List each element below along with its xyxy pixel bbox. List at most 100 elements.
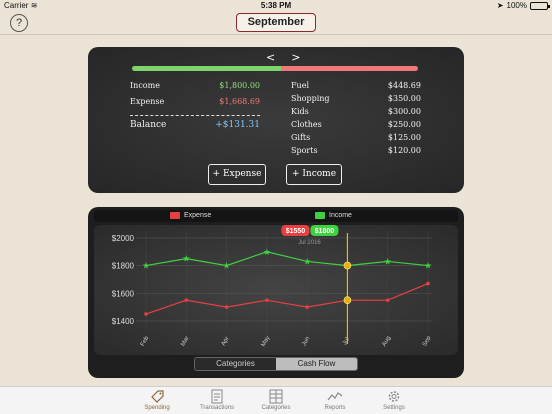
category-value: $448.69 xyxy=(387,81,421,90)
category-row[interactable]: Kids $300.00 xyxy=(291,107,421,116)
y-tick-label: $1800 xyxy=(112,262,135,271)
income-point: ★ xyxy=(384,256,392,266)
expense-row: Expense $1,668.69 xyxy=(130,97,260,106)
tab-label: Settings xyxy=(383,405,405,411)
category-label: Kids xyxy=(291,107,309,116)
category-value: $350.00 xyxy=(387,94,421,103)
tab-spending[interactable]: Spending xyxy=(132,389,182,411)
add-expense-button[interactable]: + Expense xyxy=(208,164,266,185)
chart-area[interactable]: $2000 $1800 $1600 $1400 Feb Mar Apr May Jun Jul Au… xyxy=(94,225,458,355)
next-month-button[interactable]: > xyxy=(291,51,300,64)
category-label: Shopping xyxy=(291,94,330,103)
category-row[interactable]: Shopping $350.00 xyxy=(291,94,421,103)
tab-categories[interactable]: Categories xyxy=(251,389,301,411)
category-label: Sports xyxy=(291,146,318,155)
clock: 5:38 PM xyxy=(260,1,292,10)
category-value: $125.00 xyxy=(387,133,421,142)
month-selector-button[interactable]: September xyxy=(236,13,316,32)
income-row: Income $1,800.00 xyxy=(130,81,260,90)
tab-label: Transactions xyxy=(199,405,235,411)
expense-value: $1,668.69 xyxy=(219,97,260,106)
location-icon: ➤ xyxy=(496,1,504,10)
income-label: Income xyxy=(130,81,160,90)
x-tick-label: Jun xyxy=(301,336,311,347)
x-tick-label: Sep xyxy=(422,335,433,348)
y-tick-label: $1400 xyxy=(112,317,135,326)
segment-cash-flow[interactable]: Cash Flow xyxy=(276,358,357,370)
legend-expense: Expense xyxy=(170,212,211,219)
series-line-expense xyxy=(145,283,429,315)
cash-flow-chart[interactable]: $2000 $1800 $1600 $1400 Feb Mar Apr May Jun Jul Au… xyxy=(94,225,458,355)
balance-value: +$131.31 xyxy=(215,120,260,130)
chart-legend: Expense Income xyxy=(94,210,458,222)
legend-expense-label: Expense xyxy=(184,212,212,219)
summary-divider xyxy=(130,115,260,116)
category-value: $250.00 xyxy=(387,120,421,129)
category-value: $300.00 xyxy=(387,107,421,116)
help-button[interactable]: ? xyxy=(10,14,28,32)
segment-categories[interactable]: Categories xyxy=(195,358,276,370)
income-point: ★ xyxy=(142,261,150,271)
x-tick-label: Mar xyxy=(180,336,190,348)
expense-point xyxy=(426,281,430,286)
category-row[interactable]: Fuel $448.69 xyxy=(291,81,421,90)
category-label: Gifts xyxy=(291,133,311,142)
category-row[interactable]: Gifts $125.00 xyxy=(291,133,421,142)
category-row[interactable]: Sports $120.00 xyxy=(291,146,421,155)
tab-bar: Spending Transactions Categories Reports… xyxy=(0,386,552,414)
expense-point xyxy=(265,298,269,302)
income-point: ★ xyxy=(223,261,231,271)
legend-income: Income xyxy=(315,212,352,219)
add-income-button[interactable]: + Income xyxy=(286,164,342,185)
x-tick-label: Feb xyxy=(140,335,151,348)
income-value: $1,800.00 xyxy=(219,81,260,90)
chart-mode-segmented-control: Categories Cash Flow xyxy=(194,357,358,371)
expense-point xyxy=(144,312,148,316)
y-tick-label: $1600 xyxy=(112,289,135,298)
tab-reports[interactable]: Reports xyxy=(310,389,360,411)
gear-icon xyxy=(388,391,400,402)
x-tick-label: Apr xyxy=(221,336,231,347)
tooltip-income-value: $1800 xyxy=(315,228,335,235)
tab-transactions[interactable]: Transactions xyxy=(192,389,242,411)
status-bar: Carrier ≋ 5:38 PM ➤ 100% xyxy=(0,0,552,12)
prev-month-button[interactable]: < xyxy=(266,51,275,64)
battery-status: ➤ 100% xyxy=(496,1,550,10)
expense-label: Expense xyxy=(130,97,165,106)
x-tick-label: Jul xyxy=(342,337,351,347)
income-point: ★ xyxy=(263,247,271,257)
cash-flow-panel: Expense Income $2000 $1800 $1600 $1400 Feb Ma… xyxy=(88,207,464,378)
income-point: ★ xyxy=(182,254,190,264)
tab-settings[interactable]: Settings xyxy=(369,389,419,411)
legend-expense-swatch xyxy=(170,212,180,219)
tab-label: Categories xyxy=(261,405,291,411)
balance-label: Balance xyxy=(130,120,167,130)
tag-icon xyxy=(151,390,164,403)
highlight-point xyxy=(343,296,352,304)
expense-point xyxy=(184,298,189,302)
legend-income-swatch xyxy=(315,212,325,219)
tooltip-expense-value: $1550 xyxy=(286,228,306,235)
expense-point xyxy=(305,305,309,309)
income-expense-ratio-bar xyxy=(132,66,418,71)
tab-label: Reports xyxy=(324,405,346,411)
tooltip-date-label: Jul 2016 xyxy=(298,240,321,246)
y-tick-label: $2000 xyxy=(112,234,135,243)
expense-share-fill xyxy=(280,66,418,71)
expense-point xyxy=(224,305,229,309)
income-point: ★ xyxy=(303,256,311,266)
legend-income-label: Income xyxy=(329,212,352,219)
receipt-icon xyxy=(211,389,223,404)
expense-point xyxy=(385,298,390,302)
income-share-fill xyxy=(132,66,281,71)
battery-icon xyxy=(530,1,550,10)
balance-row: Balance +$131.31 xyxy=(130,120,260,130)
category-label: Clothes xyxy=(291,120,322,129)
category-row[interactable]: Clothes $250.00 xyxy=(291,120,421,129)
grid-icon xyxy=(269,389,283,404)
line-chart-icon xyxy=(327,392,343,401)
x-tick-label: Aug xyxy=(382,335,393,347)
nav-divider xyxy=(0,34,552,35)
highlight-point xyxy=(343,261,352,270)
summary-board: < > Income $1,800.00 Expense $1,668.69 Ba… xyxy=(88,47,464,193)
